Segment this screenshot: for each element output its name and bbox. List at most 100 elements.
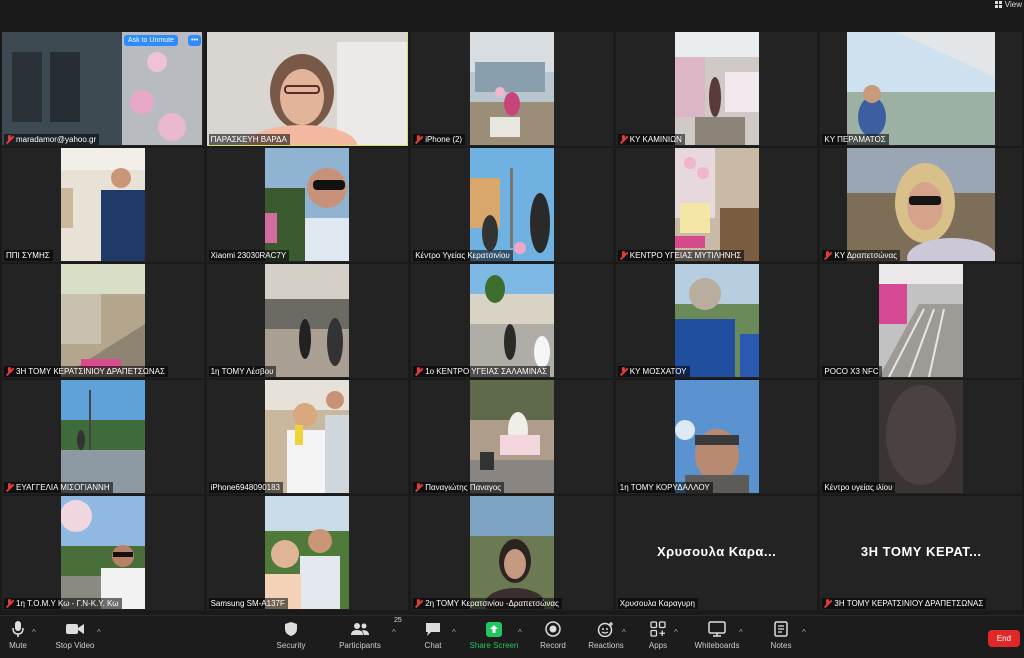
video-options-caret[interactable]: ^ bbox=[97, 628, 101, 637]
participant-tile[interactable]: POCO X3 NFC bbox=[820, 264, 1022, 378]
participant-tile-no-video[interactable]: 3Η ΤΟΜΥ ΚΕΡΑΤ... 3Η ΤΟΜΥ ΚΕΡΑΤΣΙΝΙΟΥ ΔΡΑ… bbox=[820, 496, 1022, 610]
whiteboards-label: Whiteboards bbox=[694, 641, 740, 650]
participant-video bbox=[469, 32, 554, 146]
participant-name-tag: Χρυσουλα Καραγυρη bbox=[617, 598, 698, 609]
participant-video bbox=[2, 32, 204, 146]
participant-tile-no-video[interactable]: Χρυσουλα Καρα... Χρυσουλα Καραγυρη bbox=[615, 496, 818, 610]
participant-name: ΚΥ Δραπετσώνας bbox=[834, 251, 898, 260]
participant-video bbox=[674, 148, 759, 262]
participant-tile[interactable]: Samsung SM-A137F bbox=[206, 496, 409, 610]
shield-icon bbox=[284, 619, 298, 639]
chat-options-caret[interactable]: ^ bbox=[452, 628, 456, 637]
apps-button[interactable]: Apps bbox=[625, 619, 691, 650]
muted-mic-icon bbox=[6, 599, 13, 608]
participant-tile[interactable]: Xiaomi 23030RAC7Y bbox=[206, 148, 409, 262]
participant-video bbox=[265, 380, 350, 494]
participant-name-tag: ΚΥ Δραπετσώνας bbox=[822, 250, 901, 261]
participant-name-tag: Παναγιώτης Παναγος bbox=[413, 482, 505, 493]
participants-icon: 25 bbox=[350, 617, 402, 639]
muted-mic-icon bbox=[824, 599, 831, 608]
participant-tile[interactable]: ΚΥ ΜΟΣΧΑΤΟΥ bbox=[615, 264, 818, 378]
muted-mic-icon bbox=[415, 483, 422, 492]
reactions-label: Reactions bbox=[588, 641, 624, 650]
participant-name: ΠΑΡΑΣΚΕΥΗ ΒΑΡΔΑ bbox=[210, 135, 287, 144]
security-button[interactable]: Security bbox=[258, 619, 324, 650]
whiteboards-options-caret[interactable]: ^ bbox=[739, 628, 743, 637]
participant-name: Κέντρο υγείας ιλίου bbox=[824, 483, 893, 492]
participant-name-tag: ΚΥ ΠΕΡΑΜΑΤΟΣ bbox=[822, 134, 889, 145]
whiteboard-icon bbox=[708, 619, 726, 639]
ask-to-unmute-button[interactable]: Ask to Unmute bbox=[124, 35, 178, 46]
participant-name: 3Η ΤΟΜΥ ΚΕΡΑΤΣΙΝΙΟΥ ΔΡΑΠΕΤΣΩΝΑΣ bbox=[16, 367, 165, 376]
share-screen-icon bbox=[486, 619, 502, 639]
participant-name: iPhone (2) bbox=[425, 135, 463, 144]
participant-tile[interactable]: 1η ΤΟΜΥ Λέσβου bbox=[206, 264, 409, 378]
participant-name: ΚΥ ΚΑΜΙΝΙΩΝ bbox=[629, 135, 682, 144]
participant-name: ΚΥ ΜΟΣΧΑΤΟΥ bbox=[629, 367, 687, 376]
notes-label: Notes bbox=[770, 641, 792, 650]
mute-options-caret[interactable]: ^ bbox=[32, 628, 36, 637]
participant-name: 3Η ΤΟΜΥ ΚΕΡΑΤΣΙΝΙΟΥ ΔΡΑΠΕΤΣΩΝΑΣ bbox=[834, 599, 984, 608]
participant-name: Χρυσουλα Καραγυρη bbox=[619, 599, 695, 608]
participant-tile[interactable]: ΚΥ Δραπετσώνας bbox=[820, 148, 1022, 262]
participant-name: maradamor@yahoo.gr bbox=[16, 135, 97, 144]
participant-tile[interactable]: Κέντρο υγείας ιλίου bbox=[820, 380, 1022, 494]
muted-mic-icon bbox=[6, 367, 13, 376]
participant-tile[interactable]: ΕΥΑΓΓΕΛΙΑ ΜΙΣΟΓΙΑΝΝΗ bbox=[2, 380, 204, 494]
security-label: Security bbox=[276, 641, 306, 650]
participant-video bbox=[674, 32, 759, 146]
participant-video bbox=[674, 264, 759, 378]
record-icon bbox=[545, 619, 561, 639]
muted-mic-icon bbox=[620, 367, 627, 376]
participant-tile[interactable]: iPhone (2) bbox=[411, 32, 613, 146]
muted-mic-icon bbox=[415, 367, 422, 376]
participant-tile[interactable]: Ask to Unmute ••• maradamor@yahoo.gr bbox=[2, 32, 204, 146]
video-camera-icon bbox=[65, 619, 85, 639]
stop-video-label: Stop Video bbox=[55, 641, 95, 650]
gallery-grid: Ask to Unmute ••• maradamor@yahoo.gr ΠΑΡ… bbox=[2, 32, 1022, 610]
participant-tile[interactable]: iPhone6948090183 bbox=[206, 380, 409, 494]
more-options-button[interactable]: ••• bbox=[188, 35, 202, 46]
participant-tile[interactable]: 3Η ΤΟΜΥ ΚΕΡΑΤΣΙΝΙΟΥ ΔΡΑΠΕΤΣΩΝΑΣ bbox=[2, 264, 204, 378]
participant-name-tag: maradamor@yahoo.gr bbox=[4, 134, 100, 145]
participant-name-tag: Samsung SM-A137F bbox=[208, 598, 288, 609]
muted-mic-icon bbox=[6, 135, 13, 144]
participant-name-tag: ΕΥΑΓΓΕΛΙΑ ΜΙΣΟΓΙΑΝΝΗ bbox=[4, 482, 113, 493]
participant-tile[interactable]: ΚΥ ΚΑΜΙΝΙΩΝ bbox=[615, 32, 818, 146]
participant-name: 2η ΤΟΜΥ Κερατσινίου -Δραπετσώνας bbox=[425, 599, 559, 608]
participants-button[interactable]: 25 Participants bbox=[327, 617, 402, 650]
notes-options-caret[interactable]: ^ bbox=[802, 628, 806, 637]
participant-tile[interactable]: Κέντρο Υγείας Κερατσινίου bbox=[411, 148, 613, 262]
participants-options-caret[interactable]: ^ bbox=[392, 628, 396, 637]
smiley-plus-icon bbox=[597, 619, 615, 639]
participant-video bbox=[847, 148, 996, 262]
chat-button[interactable]: Chat bbox=[400, 619, 466, 650]
participant-tile-active-speaker[interactable]: ΠΑΡΑΣΚΕΥΗ ΒΑΡΔΑ bbox=[206, 32, 409, 146]
participant-name: 1η ΤΟΜΥ Λέσβου bbox=[210, 367, 274, 376]
participant-name-tag: 2η ΤΟΜΥ Κερατσινίου -Δραπετσώνας bbox=[413, 598, 562, 609]
participant-video bbox=[469, 264, 554, 378]
participant-name-tag: Xiaomi 23030RAC7Y bbox=[208, 250, 290, 261]
microphone-icon bbox=[11, 619, 25, 639]
participant-tile[interactable]: ΚΥ ΠΕΡΑΜΑΤΟΣ bbox=[820, 32, 1022, 146]
participant-tile[interactable]: 1η ΤΟΜΥ ΚΟΡΥΔΑΛΛΟΥ bbox=[615, 380, 818, 494]
participant-tile[interactable]: ΠΠΙ ΣΥΜΗΣ bbox=[2, 148, 204, 262]
participant-video bbox=[265, 264, 350, 378]
participant-name: POCO X3 NFC bbox=[824, 367, 879, 376]
participant-name: 1η ΤΟΜΥ ΚΟΡΥΔΑΛΛΟΥ bbox=[619, 483, 710, 492]
participant-tile[interactable]: Παναγιώτης Παναγος bbox=[411, 380, 613, 494]
participant-name: ΕΥΑΓΓΕΛΙΑ ΜΙΣΟΓΙΑΝΝΗ bbox=[16, 483, 110, 492]
participant-tile[interactable]: 2η ΤΟΜΥ Κερατσινίου -Δραπετσώνας bbox=[411, 496, 613, 610]
participant-name-tag: iPhone6948090183 bbox=[208, 482, 283, 493]
apps-options-caret[interactable]: ^ bbox=[674, 628, 678, 637]
participant-video bbox=[265, 496, 350, 610]
participant-video bbox=[60, 264, 145, 378]
participant-tile[interactable]: ΚΕΝΤΡΟ ΥΓΕΙΑΣ ΜΥΤΙΛΗΝΗΣ bbox=[615, 148, 818, 262]
participant-tile[interactable]: 1ο ΚΕΝΤΡΟ ΥΓΕΙΑΣ ΣΑΛΑΜΙΝΑΣ bbox=[411, 264, 613, 378]
view-button[interactable]: View bbox=[994, 0, 1022, 9]
end-meeting-button[interactable]: End bbox=[987, 630, 1020, 647]
mute-label: Mute bbox=[9, 641, 27, 650]
participant-tile[interactable]: 1η Τ.Ο.Μ.Υ Κω - Γ.Ν-Κ.Υ. Κω bbox=[2, 496, 204, 610]
apps-label: Apps bbox=[648, 641, 668, 650]
participant-name-tag: Κέντρο υγείας ιλίου bbox=[822, 482, 896, 493]
